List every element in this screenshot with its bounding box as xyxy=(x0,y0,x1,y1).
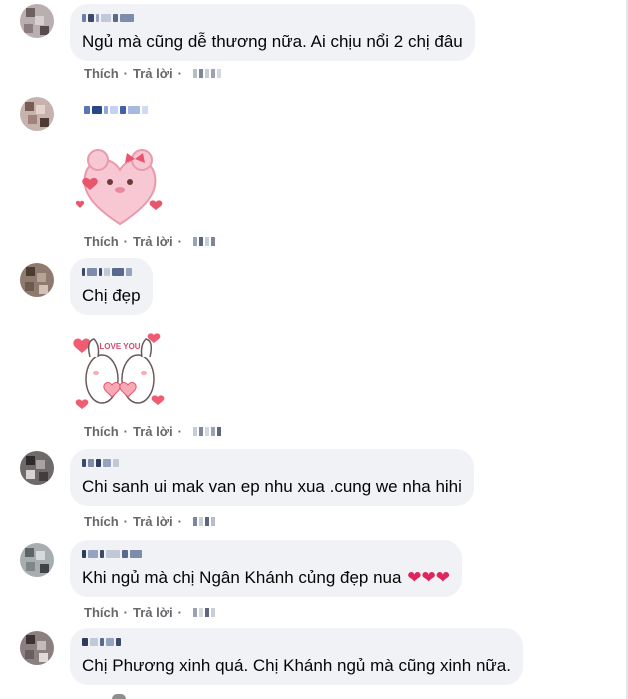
separator-dot: · xyxy=(123,605,129,620)
comment-timestamp[interactable] xyxy=(192,608,215,617)
comment-timestamp[interactable] xyxy=(192,427,221,436)
commenter-name[interactable] xyxy=(82,11,463,25)
reply-button[interactable]: Trả lời xyxy=(133,234,173,249)
comment-bubble: Khi ngủ mà chị Ngân Khánh củng đẹp nua ❤… xyxy=(70,540,462,597)
separator-dot: · xyxy=(177,234,182,249)
comment-text: Chi sanh ui mak van ep nhu xua .cung we … xyxy=(82,477,462,496)
separator-dot: · xyxy=(177,424,182,439)
commenter-avatar[interactable] xyxy=(20,97,54,131)
sticker-caption: LOVE YOU xyxy=(99,342,140,351)
like-button[interactable]: Thích xyxy=(84,66,119,81)
comment-text: Khi ngủ mà chị Ngân Khánh củng đẹp nua ❤… xyxy=(82,568,450,587)
comment-timestamp[interactable] xyxy=(192,69,221,78)
separator-dot: · xyxy=(177,605,182,620)
comment-timestamp[interactable] xyxy=(192,517,215,526)
comment-text: Chị Phương xinh quá. Chị Khánh ngủ mà cũ… xyxy=(82,656,511,675)
separator-dot: · xyxy=(123,66,129,81)
separator-dot: · xyxy=(123,424,129,439)
comment-bubble: Chị Phương xinh quá. Chị Khánh ngủ mà cũ… xyxy=(70,628,523,685)
commenter-avatar[interactable] xyxy=(20,451,54,485)
reply-button[interactable]: Trả lời xyxy=(133,66,173,81)
commenter-name[interactable] xyxy=(84,103,148,117)
reply-button[interactable]: Trả lời xyxy=(133,514,173,529)
commenter-avatar[interactable] xyxy=(20,263,54,297)
commenter-avatar[interactable] xyxy=(20,631,54,665)
comment-timestamp[interactable] xyxy=(192,237,215,246)
commenter-avatar[interactable] xyxy=(20,543,54,577)
commenter-name[interactable] xyxy=(82,547,450,561)
reply-button[interactable]: Trả lời xyxy=(133,424,173,439)
commenter-name[interactable] xyxy=(82,635,511,649)
reply-button[interactable]: Trả lời xyxy=(133,605,173,620)
comment-text: Chị đẹp xyxy=(82,286,141,305)
comment-bubble: Ngủ mà cũng dễ thương nữa. Ai chịu nổi 2… xyxy=(70,4,475,61)
love-you-bunnies-sticker: LOVE YOU xyxy=(73,333,165,409)
comment-bubble: Chị đẹp xyxy=(70,258,153,315)
commenter-avatar[interactable] xyxy=(20,4,54,38)
like-button[interactable]: Thích xyxy=(84,514,119,529)
heart-bear-sticker xyxy=(75,149,163,226)
commenter-name[interactable] xyxy=(82,265,141,279)
like-button[interactable]: Thích xyxy=(84,424,119,439)
like-button[interactable]: Thích xyxy=(84,234,119,249)
separator-dot: · xyxy=(123,514,129,529)
commenter-name[interactable] xyxy=(82,456,462,470)
next-commenter-avatar-partial[interactable] xyxy=(112,694,126,699)
separator-dot: · xyxy=(177,66,182,81)
heart-emoji-icon: ❤❤❤ xyxy=(407,568,450,587)
separator-dot: · xyxy=(177,514,182,529)
like-button[interactable]: Thích xyxy=(84,605,119,620)
separator-dot: · xyxy=(123,234,129,249)
comment-bubble: Chi sanh ui mak van ep nhu xua .cung we … xyxy=(70,449,474,506)
comment-text: Ngủ mà cũng dễ thương nữa. Ai chịu nổi 2… xyxy=(82,32,463,51)
